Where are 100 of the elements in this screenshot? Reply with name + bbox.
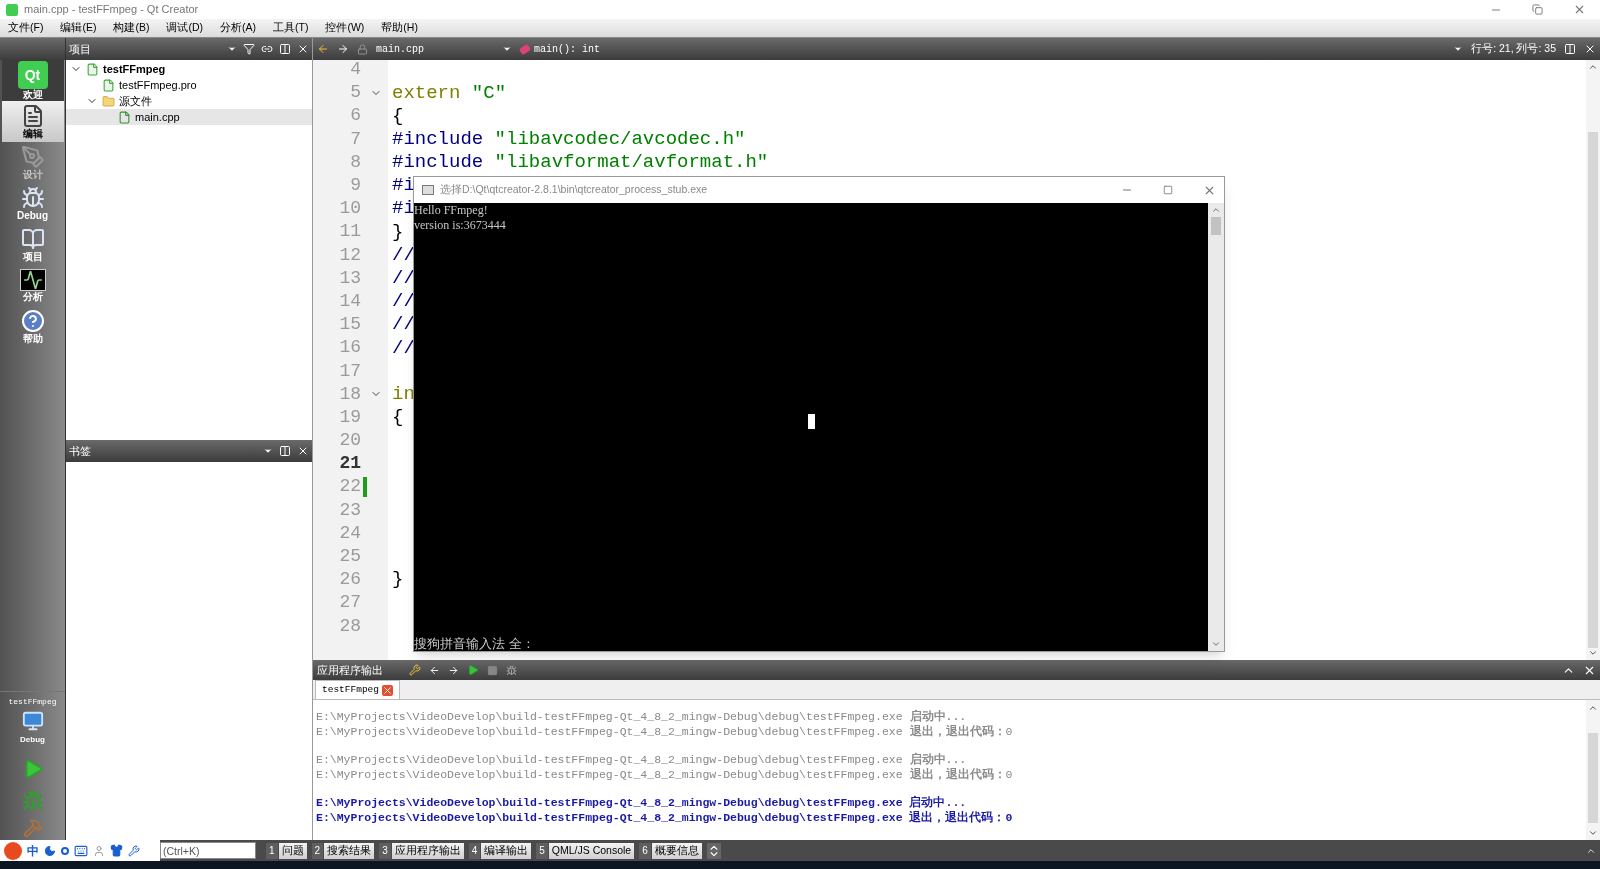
tree-item[interactable]: main.cpp: [66, 109, 312, 125]
output-pane-button[interactable]: 编译输出: [481, 842, 532, 859]
line-number: 10: [338, 197, 361, 221]
tree-item[interactable]: testFFmpeg.pro: [66, 77, 312, 93]
output-pane-button[interactable]: 应用程序输出: [391, 842, 464, 859]
menu-item[interactable]: 调试(D): [166, 20, 203, 36]
file-dropdown[interactable]: main.cpp: [376, 41, 512, 57]
scroll-up-icon[interactable]: [1588, 62, 1598, 72]
mode-button[interactable]: Debug: [1, 183, 64, 224]
line-number: 23: [338, 498, 361, 522]
scrollbar[interactable]: [1586, 60, 1600, 660]
pane-number: 4: [468, 842, 481, 859]
code-line: //: [392, 289, 415, 315]
keyboard-icon[interactable]: [74, 843, 88, 858]
dropdown-icon: [502, 44, 512, 54]
line-number: 5: [349, 81, 361, 105]
output-tab[interactable]: testFFmpeg: [315, 680, 400, 699]
output-pane-button[interactable]: QML/JS Console: [548, 842, 635, 859]
pane-number: 6: [639, 842, 651, 859]
dropdown-icon[interactable]: [263, 446, 273, 456]
close-icon[interactable]: [1584, 43, 1596, 55]
scroll-up-icon[interactable]: [1211, 205, 1221, 215]
menu-item[interactable]: 控件(W): [325, 20, 365, 36]
ime-mode[interactable]: 中: [27, 841, 39, 860]
console-line: Hello FFmpeg!: [414, 203, 489, 218]
output-line: E:\MyProjects\VideoDevelop\build-testFFmpeg-Qt_4_8_2_mingw-Debug\debug\testFFmpeg.exe 启动中...: [316, 751, 968, 766]
ime-status: 搜狗拼音输入法 全 :: [414, 635, 532, 651]
scroll-down-icon[interactable]: [1588, 828, 1598, 838]
split-icon[interactable]: [1564, 43, 1576, 55]
output-pane-button[interactable]: 搜索结果: [324, 842, 375, 859]
run-icon[interactable]: [467, 664, 479, 676]
line-number: 4: [349, 60, 361, 82]
line-number: 20: [338, 429, 361, 453]
dropdown-icon[interactable]: [227, 44, 237, 54]
user-icon[interactable]: [93, 844, 105, 857]
tree-item[interactable]: 源文件: [66, 93, 312, 109]
split-icon[interactable]: [279, 445, 291, 457]
code-line: #include "libavformat/avformat.h": [392, 150, 769, 176]
link-icon[interactable]: [261, 43, 273, 55]
menu-item[interactable]: 编辑(E): [60, 20, 97, 36]
pane-title: 书签: [69, 443, 92, 459]
symbol-dropdown[interactable]: main(): int: [520, 41, 1446, 57]
function-icon: [518, 43, 532, 55]
back-icon[interactable]: [429, 664, 440, 676]
scrollbar[interactable]: [1586, 700, 1600, 840]
stop-icon[interactable]: [487, 664, 498, 676]
mode-button[interactable]: 编辑: [1, 101, 64, 142]
code-line: extern "C": [392, 80, 507, 106]
close-tab-icon[interactable]: [382, 684, 393, 696]
line-number: 13: [338, 266, 361, 290]
menu-item[interactable]: 文件(F): [8, 20, 44, 36]
line-number: 15: [338, 313, 361, 337]
code-line: in: [392, 381, 415, 407]
output-pane-button[interactable]: 概要信息: [651, 842, 702, 859]
scroll-up-icon[interactable]: [1588, 703, 1598, 713]
restore-icon[interactable]: [1532, 4, 1543, 15]
output-line: E:\MyProjects\VideoDevelop\build-testFFmpeg-Qt_4_8_2_mingw-Debug\debug\testFFmpeg.exe 启动中...: [316, 708, 968, 723]
lock-icon[interactable]: [357, 43, 368, 55]
mode-button[interactable]: 帮助: [1, 306, 64, 347]
code-line: #include "libavcodec/avcodec.h": [392, 126, 746, 152]
filter-icon[interactable]: [243, 43, 255, 55]
close-icon[interactable]: [1573, 3, 1586, 16]
cursor-position: 行号: 21, 列号: 35: [1471, 41, 1556, 57]
line-number: 24: [338, 521, 361, 545]
menu-item[interactable]: 帮助(H): [381, 20, 418, 36]
mode-button[interactable]: 分析: [1, 265, 64, 306]
scroll-down-icon[interactable]: [1211, 639, 1221, 649]
scrollbar[interactable]: [1208, 203, 1224, 651]
tree-item[interactable]: testFFmpeg: [66, 61, 312, 77]
forward-icon[interactable]: [337, 43, 349, 55]
split-icon[interactable]: [279, 43, 291, 55]
menu-item[interactable]: 分析(A): [220, 20, 256, 36]
line-number: 14: [338, 289, 361, 313]
locator-field[interactable]: (Ctrl+K): [160, 842, 256, 859]
bug-icon: [20, 186, 45, 210]
line-number: 11: [338, 220, 361, 244]
back-icon[interactable]: [317, 43, 329, 55]
mode-button[interactable]: Qt 欢迎: [1, 60, 64, 101]
output-pane-button[interactable]: 问题: [278, 842, 307, 859]
mode-button[interactable]: 项目: [1, 224, 64, 265]
menu-item[interactable]: 工具(T): [273, 20, 309, 36]
line-number: 18: [338, 382, 361, 406]
scroll-thumb[interactable]: [1211, 217, 1221, 235]
dropdown-icon[interactable]: [1453, 44, 1464, 54]
menu-item[interactable]: 构建(B): [113, 20, 150, 36]
scroll-down-icon[interactable]: [1588, 648, 1598, 658]
line-number: 17: [338, 359, 361, 383]
code-line: //: [392, 266, 415, 292]
scroll-thumb[interactable]: [1588, 733, 1598, 823]
line-number: 8: [349, 150, 361, 174]
scroll-thumb[interactable]: [1588, 131, 1598, 649]
close-icon[interactable]: [297, 445, 309, 457]
shirt-icon[interactable]: [110, 844, 123, 857]
moon-icon[interactable]: [44, 844, 56, 857]
close-icon[interactable]: [297, 43, 309, 55]
wrench-icon[interactable]: [128, 844, 140, 857]
forward-icon[interactable]: [448, 664, 459, 676]
target-selector[interactable]: testFFmpeg Debug: [0, 691, 65, 746]
pane-title: 项目: [69, 41, 92, 57]
more-icon[interactable]: [706, 842, 721, 859]
